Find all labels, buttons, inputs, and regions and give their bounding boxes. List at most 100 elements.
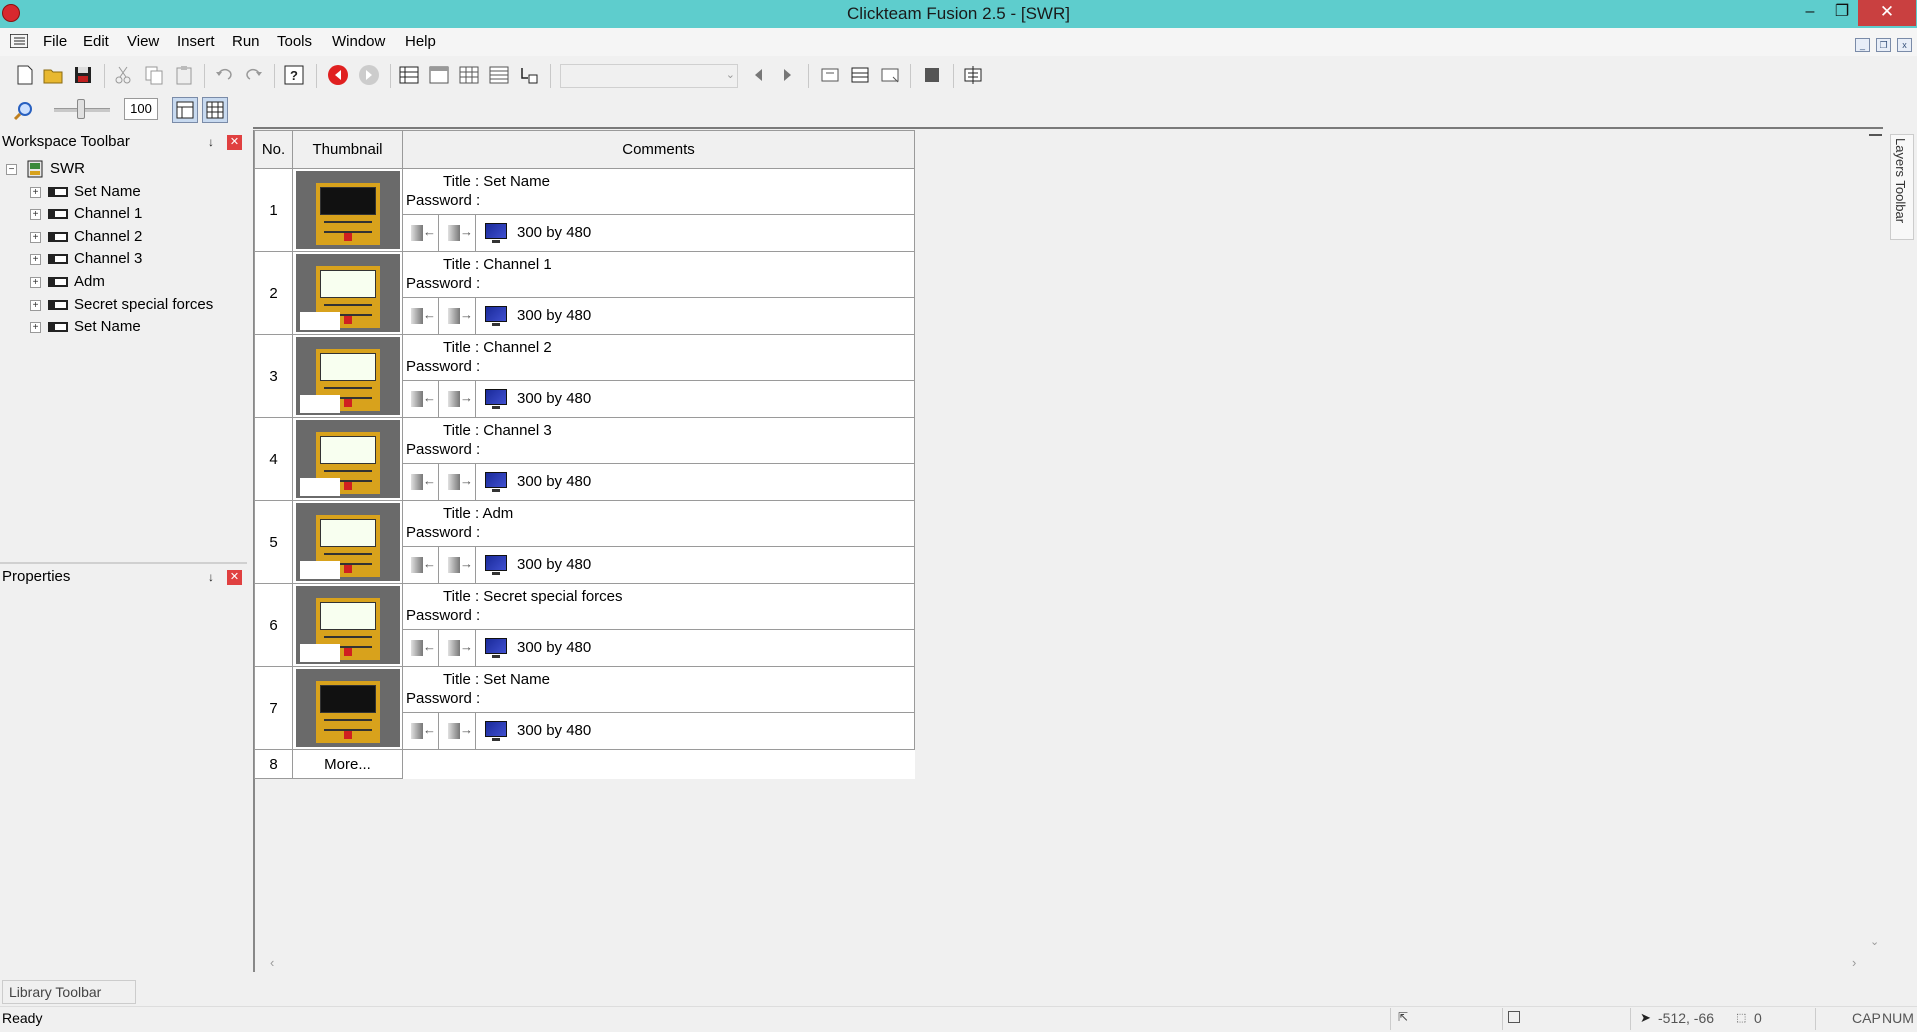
zoom-icon[interactable]: [12, 100, 34, 122]
tree-frame-item[interactable]: + Set Name: [0, 316, 247, 338]
zoom-slider-thumb[interactable]: [77, 99, 85, 119]
close-icon[interactable]: ✕: [1858, 0, 1916, 26]
expand-icon[interactable]: +: [30, 232, 41, 243]
fade-out-transition-icon[interactable]: →: [440, 464, 476, 500]
frame-password[interactable]: Password :: [406, 275, 480, 292]
monitor-icon[interactable]: [485, 306, 507, 326]
frame-thumbnail[interactable]: [292, 168, 403, 252]
fade-out-transition-icon[interactable]: →: [440, 215, 476, 251]
copy-icon[interactable]: [143, 64, 165, 86]
frame-select-dropdown[interactable]: ⌄: [560, 64, 738, 88]
menu-help[interactable]: Help: [405, 33, 436, 50]
event-editor-icon[interactable]: [458, 64, 480, 86]
vertical-scrollbar[interactable]: ⌄: [1868, 130, 1883, 960]
frame-thumbnail[interactable]: [292, 666, 403, 750]
menu-edit[interactable]: Edit: [83, 33, 109, 50]
scroll-left-icon[interactable]: ‹: [270, 955, 274, 970]
fade-in-transition-icon[interactable]: ←: [403, 630, 439, 666]
monitor-icon[interactable]: [485, 555, 507, 575]
frame-thumbnail[interactable]: [292, 417, 403, 501]
monitor-icon[interactable]: [485, 721, 507, 741]
previous-frame-icon[interactable]: [748, 64, 770, 86]
view-mode-list-icon[interactable]: [172, 97, 198, 123]
menu-run[interactable]: Run: [232, 33, 260, 50]
forward-arrow-icon[interactable]: [358, 64, 380, 86]
new-file-icon[interactable]: [14, 64, 36, 86]
back-arrow-icon[interactable]: [327, 64, 349, 86]
frame-password[interactable]: Password :: [406, 690, 480, 707]
frame-password[interactable]: Password :: [406, 441, 480, 458]
panel-divider[interactable]: [0, 562, 247, 564]
frame-size[interactable]: 300 by 480: [517, 639, 591, 656]
frame-comments[interactable]: Title : Channel 2 Password : ← → 300 by 4…: [402, 334, 915, 418]
frame-size[interactable]: 300 by 480: [517, 722, 591, 739]
menu-file[interactable]: File: [43, 33, 67, 50]
storyboard-row[interactable]: 3 Title : Channel 2 Password : ← → 300 by…: [254, 334, 915, 418]
tree-frame-item[interactable]: + Channel 3: [0, 248, 247, 270]
frame-thumbnail[interactable]: [292, 251, 403, 335]
frame-title[interactable]: Title : Set Name: [443, 173, 550, 190]
frame-title[interactable]: Title : Channel 2: [443, 339, 552, 356]
menu-view[interactable]: View: [127, 33, 159, 50]
frame-comments[interactable]: Title : Channel 1 Password : ← → 300 by 4…: [402, 251, 915, 335]
tree-frame-item[interactable]: + Secret special forces: [0, 294, 247, 316]
frame-size[interactable]: 300 by 480: [517, 224, 591, 241]
monitor-icon[interactable]: [485, 389, 507, 409]
frame-size[interactable]: 300 by 480: [517, 473, 591, 490]
paste-icon[interactable]: [173, 64, 195, 86]
frame-title[interactable]: Title : Adm: [443, 505, 513, 522]
expand-icon[interactable]: +: [30, 277, 41, 288]
frame-title[interactable]: Title : Channel 1: [443, 256, 552, 273]
expand-icon[interactable]: +: [30, 254, 41, 265]
fade-in-transition-icon[interactable]: ←: [403, 381, 439, 417]
expand-icon[interactable]: +: [30, 187, 41, 198]
undo-icon[interactable]: [213, 64, 235, 86]
storyboard-row[interactable]: 5 Title : Adm Password : ← → 300 by 480: [254, 500, 915, 584]
fade-in-transition-icon[interactable]: ←: [403, 464, 439, 500]
expand-icon[interactable]: +: [30, 322, 41, 333]
frame-editor-icon[interactable]: [428, 64, 450, 86]
more-frames-button[interactable]: More...: [292, 749, 403, 779]
storyboard-row[interactable]: 7 Title : Set Name Password : ← → 300 by …: [254, 666, 915, 750]
mdi-close-button[interactable]: x: [1897, 38, 1912, 52]
library-toolbar-tab[interactable]: Library Toolbar: [2, 980, 136, 1004]
pin-icon[interactable]: ↓: [204, 135, 218, 149]
view-mode-grid-icon[interactable]: [202, 97, 228, 123]
mdi-system-menu-icon[interactable]: [9, 33, 29, 49]
workspace-close-icon[interactable]: ✕: [227, 135, 242, 150]
insert-frame-icon[interactable]: [819, 64, 841, 86]
fade-out-transition-icon[interactable]: →: [440, 713, 476, 749]
storyboard-view-icon[interactable]: [398, 64, 420, 86]
delete-frame-icon[interactable]: [879, 64, 901, 86]
horizontal-scrollbar[interactable]: ‹ ›: [258, 955, 1868, 971]
frame-thumbnail[interactable]: [292, 500, 403, 584]
frame-comments[interactable]: Title : Set Name Password : ← → 300 by 48…: [402, 168, 915, 252]
fade-out-transition-icon[interactable]: →: [440, 547, 476, 583]
expand-icon[interactable]: +: [30, 209, 41, 220]
monitor-icon[interactable]: [485, 223, 507, 243]
storyboard-row[interactable]: 6 Title : Secret special forces Password …: [254, 583, 915, 667]
redo-icon[interactable]: [243, 64, 265, 86]
cut-icon[interactable]: [112, 64, 134, 86]
fade-in-transition-icon[interactable]: ←: [403, 298, 439, 334]
frame-password[interactable]: Password :: [406, 524, 480, 541]
frame-title[interactable]: Title : Channel 3: [443, 422, 552, 439]
frame-comments[interactable]: Title : Secret special forces Password : …: [402, 583, 915, 667]
frame-password[interactable]: Password :: [406, 358, 480, 375]
event-list-icon[interactable]: [488, 64, 510, 86]
frame-size[interactable]: 300 by 480: [517, 307, 591, 324]
frame-size[interactable]: 300 by 480: [517, 390, 591, 407]
frame-thumbnail[interactable]: [292, 583, 403, 667]
frame-comments[interactable]: Title : Adm Password : ← → 300 by 480: [402, 500, 915, 584]
mdi-restore-button[interactable]: ❐: [1876, 38, 1891, 52]
help-icon[interactable]: ?: [283, 64, 305, 86]
expand-icon[interactable]: +: [30, 300, 41, 311]
stop-icon[interactable]: [921, 64, 943, 86]
menu-tools[interactable]: Tools: [277, 33, 312, 50]
frame-comments[interactable]: Title : Channel 3 Password : ← → 300 by 4…: [402, 417, 915, 501]
frame-title[interactable]: Title : Set Name: [443, 671, 550, 688]
frame-list-icon[interactable]: [849, 64, 871, 86]
monitor-icon[interactable]: [485, 472, 507, 492]
storyboard-more-row[interactable]: 8 More...: [254, 749, 915, 779]
fade-in-transition-icon[interactable]: ←: [403, 215, 439, 251]
